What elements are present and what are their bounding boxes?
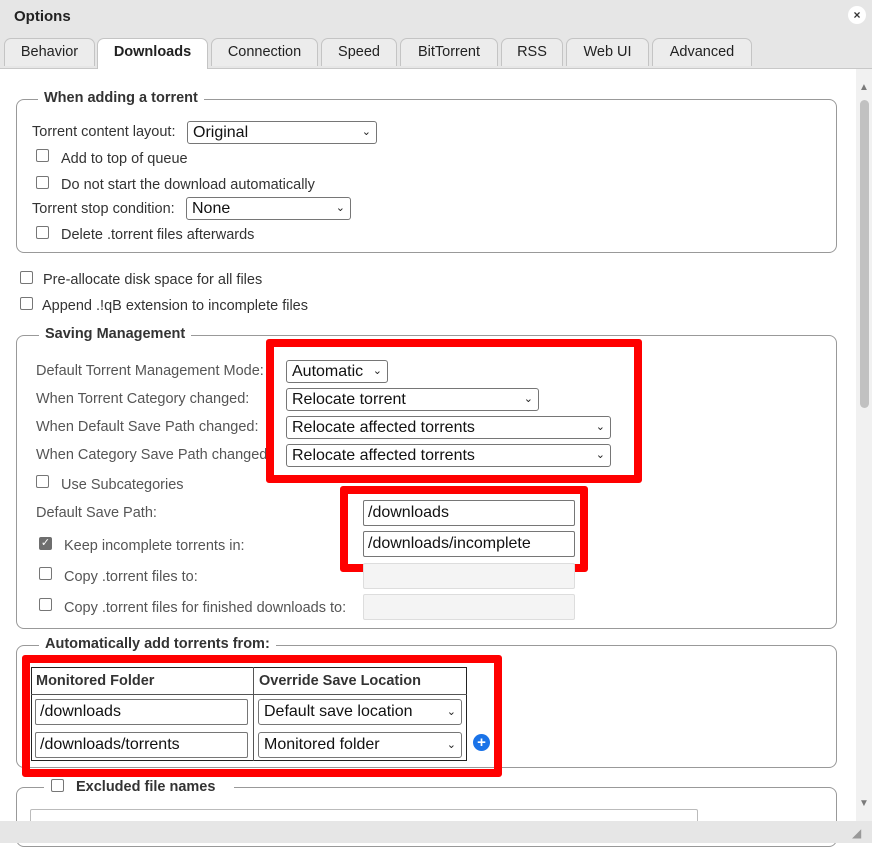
keep-incomplete-checkbox[interactable]: ✓ <box>39 537 52 550</box>
default-path-changed-select[interactable]: Relocate affected torrents ⌄ <box>286 416 611 439</box>
copy-torrent-input[interactable] <box>363 563 575 589</box>
tab-downloads[interactable]: Downloads <box>97 38 208 69</box>
window-title: Options <box>14 8 71 25</box>
preallocate-checkbox[interactable] <box>20 271 33 284</box>
content-layout-label: Torrent content layout: <box>32 124 176 140</box>
chevron-down-icon: ⌄ <box>595 421 605 433</box>
default-path-changed-label: When Default Save Path changed: <box>36 419 259 435</box>
category-path-changed-value: Relocate affected torrents <box>292 447 475 464</box>
chevron-down-icon: ⌄ <box>361 126 371 138</box>
highlight-box-paths <box>340 486 588 572</box>
tmm-select[interactable]: Automatic ⌄ <box>286 360 388 383</box>
add-top-label: Add to top of queue <box>61 151 188 167</box>
keep-incomplete-input[interactable]: /downloads/incomplete <box>363 531 575 557</box>
window-footer <box>0 821 872 843</box>
delete-torrent-label: Delete .torrent files afterwards <box>61 227 255 243</box>
col-override-location: Override Save Location <box>259 673 421 689</box>
chevron-down-icon: ⌄ <box>595 449 605 461</box>
monitored-folder-input[interactable]: /downloads <box>35 699 248 725</box>
category-changed-value: Relocate torrent <box>292 391 406 408</box>
stop-condition-value: None <box>192 200 231 217</box>
table-divider <box>31 694 467 695</box>
tab-connection[interactable]: Connection <box>211 38 318 66</box>
preallocate-label: Pre-allocate disk space for all files <box>43 272 263 288</box>
override-location-value: Default save location <box>264 703 413 720</box>
tmm-label: Default Torrent Management Mode: <box>36 363 264 379</box>
tab-speed[interactable]: Speed <box>321 38 397 66</box>
tab-behavior[interactable]: Behavior <box>4 38 95 66</box>
category-changed-label: When Torrent Category changed: <box>36 391 250 407</box>
scroll-up-icon[interactable]: ▲ <box>859 82 869 93</box>
tmm-value: Automatic <box>292 363 364 380</box>
resize-grip-icon[interactable]: ◢ <box>852 826 861 840</box>
keep-incomplete-label: Keep incomplete torrents in: <box>64 538 245 554</box>
excluded-legend: Excluded file names <box>76 779 216 795</box>
category-path-changed-label: When Category Save Path changed: <box>36 447 272 463</box>
copy-finished-label: Copy .torrent files for finished downloa… <box>64 600 347 616</box>
stop-condition-select[interactable]: None ⌄ <box>186 197 351 220</box>
tab-webui[interactable]: Web UI <box>566 38 649 66</box>
scrollbar-thumb[interactable] <box>860 100 869 408</box>
copy-torrent-label: Copy .torrent files to: <box>64 569 198 585</box>
chevron-down-icon: ⌄ <box>446 706 456 718</box>
add-top-checkbox[interactable] <box>36 149 49 162</box>
default-path-changed-value: Relocate affected torrents <box>292 419 475 436</box>
category-changed-select[interactable]: Relocate torrent ⌄ <box>286 388 539 411</box>
table-divider <box>253 667 254 761</box>
stop-condition-label: Torrent stop condition: <box>32 201 175 217</box>
monitored-folder-input[interactable]: /downloads/torrents <box>35 732 248 758</box>
subcategories-label: Use Subcategories <box>61 477 184 493</box>
append-ext-checkbox[interactable] <box>20 297 33 310</box>
content-layout-value: Original <box>193 124 249 141</box>
auto-add-legend: Automatically add torrents from: <box>39 636 276 652</box>
tab-rss[interactable]: RSS <box>501 38 563 66</box>
col-monitored-folder: Monitored Folder <box>36 673 155 689</box>
chevron-down-icon: ⌄ <box>372 365 382 377</box>
tab-bittorrent[interactable]: BitTorrent <box>400 38 498 66</box>
close-icon[interactable]: × <box>848 6 866 24</box>
window-titlebar <box>0 0 872 35</box>
copy-finished-checkbox[interactable] <box>39 598 52 611</box>
chevron-down-icon: ⌄ <box>446 739 456 751</box>
content-layout-select[interactable]: Original ⌄ <box>187 121 377 144</box>
override-location-select[interactable]: Monitored folder ⌄ <box>258 732 462 758</box>
default-save-path-input[interactable]: /downloads <box>363 500 575 526</box>
chevron-down-icon: ⌄ <box>523 393 533 405</box>
category-path-changed-select[interactable]: Relocate affected torrents ⌄ <box>286 444 611 467</box>
delete-torrent-checkbox[interactable] <box>36 226 49 239</box>
override-location-value: Monitored folder <box>264 736 380 753</box>
default-save-path-label: Default Save Path: <box>36 505 157 521</box>
adding-legend: When adding a torrent <box>38 90 204 106</box>
check-icon: ✓ <box>40 537 51 549</box>
tab-advanced[interactable]: Advanced <box>652 38 752 66</box>
override-location-select[interactable]: Default save location ⌄ <box>258 699 462 725</box>
append-ext-label: Append .!qB extension to incomplete file… <box>42 298 308 314</box>
no-start-label: Do not start the download automatically <box>61 177 315 193</box>
add-folder-icon[interactable]: + <box>473 734 490 751</box>
chevron-down-icon: ⌄ <box>335 202 345 214</box>
saving-legend: Saving Management <box>39 326 192 342</box>
no-start-checkbox[interactable] <box>36 176 49 189</box>
subcategories-checkbox[interactable] <box>36 475 49 488</box>
excluded-checkbox[interactable] <box>51 779 64 792</box>
copy-finished-input[interactable] <box>363 594 575 620</box>
scroll-down-icon[interactable]: ▼ <box>859 798 869 809</box>
copy-torrent-checkbox[interactable] <box>39 567 52 580</box>
